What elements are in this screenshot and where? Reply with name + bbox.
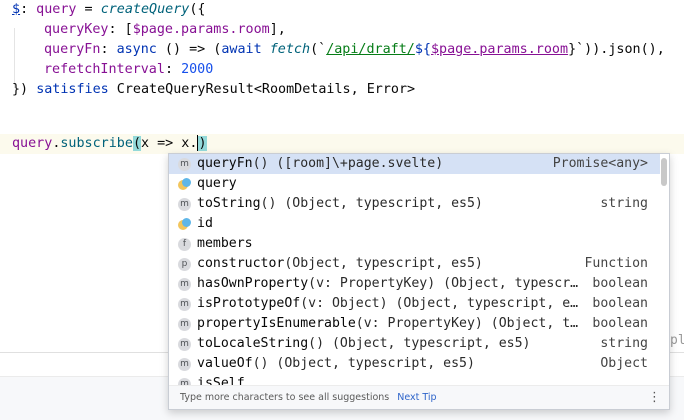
- query-fn-prop: queryFn: [44, 42, 101, 57]
- completion-item-type: Promise<any>: [552, 156, 648, 171]
- type-annotation: CreateQueryResult<RoomDetails, Error>: [108, 82, 416, 97]
- page-params-room: $page.params.room: [132, 22, 270, 37]
- method-icon: m: [178, 197, 191, 211]
- completion-item-name: constructor: [197, 256, 285, 271]
- async-keyword: async: [116, 42, 157, 57]
- indent-guide: [14, 28, 15, 88]
- completion-item-signature: (v: Object) (Object, typescript, e…: [300, 296, 579, 311]
- completion-item[interactable]: m queryFn() ([room]\+page.svelte) Promise<…: [169, 154, 660, 174]
- completion-item-type: boolean: [592, 316, 648, 331]
- query-variable: query: [28, 2, 77, 17]
- punct: :: [164, 62, 182, 77]
- method-icon: m: [178, 277, 191, 291]
- completion-item-type: Object: [600, 356, 648, 371]
- completion-footer: Type more characters to see all suggesti…: [169, 385, 669, 409]
- completion-item[interactable]: m isPrototypeOf (v: Object) (Object, types…: [169, 294, 660, 314]
- completion-item-signature: (Object, typescript, es5): [284, 256, 483, 271]
- punct: ],: [269, 22, 286, 37]
- completion-item[interactable]: m propertyIsEnumerable (v: PropertyKey) (O…: [169, 314, 660, 334]
- code-line-current[interactable]: query.subscribe(x => x.): [0, 134, 684, 154]
- completion-item[interactable]: query: [169, 174, 660, 194]
- code-line-3: queryFn: async () => (await fetch(`/api/…: [44, 40, 665, 60]
- completion-item-name: query: [197, 176, 237, 191]
- completion-item-name: toString: [197, 196, 261, 211]
- api-path-string: /api/draft/: [326, 42, 415, 57]
- open-brace: ({: [189, 2, 206, 17]
- arrow: () => (: [156, 42, 222, 57]
- method-icon: m: [178, 317, 191, 331]
- punct: (`: [310, 42, 327, 57]
- refetch-interval-prop: refetchInterval: [44, 62, 165, 77]
- field-icon: f: [178, 237, 191, 251]
- completion-item-name: queryFn: [197, 156, 253, 171]
- completion-item-name: toLocaleString: [197, 336, 309, 351]
- completion-item-name: members: [197, 236, 253, 251]
- template-open: ${: [414, 42, 431, 57]
- completion-item[interactable]: m toLocaleString() (Object, typescript, e…: [169, 334, 660, 354]
- next-tip-link[interactable]: Next Tip: [397, 392, 436, 403]
- completion-item-name: propertyIsEnumerable: [197, 316, 356, 331]
- completion-item-type: string: [600, 336, 648, 351]
- completion-item[interactable]: m hasOwnProperty (v: PropertyKey) (Object,…: [169, 274, 660, 294]
- kebab-icon[interactable]: ⋮: [648, 386, 661, 409]
- completion-item[interactable]: m valueOf() (Object, typescript, es5) Obje…: [169, 354, 660, 374]
- method-icon: m: [178, 357, 191, 371]
- open-paren-match: (: [132, 136, 141, 151]
- completion-item-name: isPrototypeOf: [197, 296, 301, 311]
- completion-list[interactable]: m queryFn() ([room]\+page.svelte) Promise<…: [169, 154, 660, 386]
- refetch-interval-value: 2000: [181, 62, 214, 77]
- satisfies-keyword: satisfies: [36, 82, 109, 97]
- completion-item-type: string: [600, 196, 648, 211]
- completion-item[interactable]: f members: [169, 234, 660, 254]
- completion-item-type: boolean: [592, 276, 648, 291]
- completion-scrollbar[interactable]: [661, 158, 667, 186]
- method-icon: m: [178, 337, 191, 351]
- subscribe-method: subscribe: [60, 136, 133, 151]
- footer-hint: Type more characters to see all suggesti…: [180, 392, 390, 403]
- completion-item-name: id: [197, 216, 213, 231]
- property-icon: [178, 217, 191, 231]
- completion-item-name: hasOwnProperty: [197, 276, 309, 291]
- punct: }`)).json(),: [568, 42, 665, 57]
- operator: =: [76, 2, 101, 17]
- code-line-5: }) satisfies CreateQueryResult<RoomDetai…: [12, 80, 415, 100]
- colon: :: [20, 2, 29, 17]
- property-p-icon: p: [178, 257, 191, 271]
- completion-item[interactable]: p constructor (Object, typescript, es5) Fu…: [169, 254, 660, 274]
- completion-popup[interactable]: m queryFn() ([room]\+page.svelte) Promise<…: [168, 153, 670, 410]
- completion-item-signature: () ([room]\+page.svelte): [252, 156, 444, 171]
- completion-item[interactable]: id: [169, 214, 660, 234]
- reactive-label: $: [12, 2, 21, 17]
- completion-item-signature: () (Object, typescript, es5): [260, 196, 483, 211]
- completion-item-type: boolean: [592, 296, 648, 311]
- property-icon: [178, 177, 191, 191]
- arrow-fn: x => x.: [141, 136, 198, 151]
- create-query-call: createQuery: [100, 2, 190, 17]
- punct: :: [100, 42, 117, 57]
- page-params-room: $page.params.room: [431, 42, 569, 57]
- method-icon: m: [178, 157, 191, 171]
- completion-item-signature: () (Object, typescript, es5): [308, 336, 531, 351]
- completion-item-type: Function: [584, 256, 648, 271]
- method-icon: m: [178, 297, 191, 311]
- clipped-text: pl: [670, 333, 684, 348]
- close-brace: }): [12, 82, 37, 97]
- code-line-2: queryKey: [$page.params.room],: [44, 20, 286, 40]
- close-paren-match: ): [198, 136, 207, 151]
- code-line-1: $: query = createQuery({: [12, 0, 206, 20]
- completion-item-signature: () (Object, typescript, es5): [252, 356, 475, 371]
- fetch-call: fetch: [269, 42, 311, 57]
- query-variable: query: [12, 136, 53, 151]
- query-key-prop: queryKey: [44, 22, 109, 37]
- completion-item-signature: (v: PropertyKey) (Object, t…: [355, 316, 579, 331]
- completion-item-signature: (v: PropertyKey) (Object, typescr…: [308, 276, 579, 291]
- code-line-4: refetchInterval: 2000: [44, 60, 213, 80]
- completion-item-name: valueOf: [197, 356, 253, 371]
- await-keyword: await: [221, 42, 262, 57]
- punct: : [: [108, 22, 133, 37]
- completion-item[interactable]: m toString() (Object, typescript, es5) str…: [169, 194, 660, 214]
